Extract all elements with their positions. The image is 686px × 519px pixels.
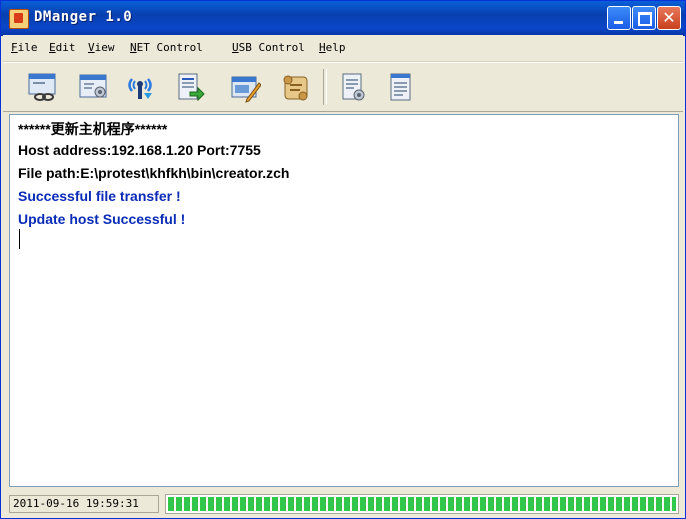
- log-line-host-address: Host address:192.168.1.20 Port:7755: [18, 142, 261, 158]
- toolbar-edit-button[interactable]: [225, 67, 265, 107]
- toolbar-separator: [323, 69, 327, 105]
- close-icon: ✕: [662, 8, 676, 27]
- status-timestamp: 2011-09-16 19:59:31: [9, 495, 159, 513]
- app-window: DManger 1.0 ✕ File Edit View NET Control…: [0, 0, 686, 519]
- status-bar: 2011-09-16 19:59:31: [3, 490, 683, 518]
- menu-net-control[interactable]: NET Control: [130, 41, 203, 54]
- log-textarea[interactable]: ******更新主机程序****** Host address:192.168.…: [9, 114, 679, 487]
- title-bar[interactable]: DManger 1.0 ✕: [1, 1, 685, 36]
- wireless-icon: [128, 78, 152, 99]
- window-title: DManger 1.0: [34, 9, 133, 25]
- progress-fill: [168, 497, 676, 511]
- file-send-icon: [178, 73, 205, 102]
- toolbar-settings-button[interactable]: [73, 67, 113, 107]
- log-line-file-path: File path:E:\protest\khfkh\bin\creator.z…: [18, 165, 290, 181]
- text-caret: [19, 229, 20, 249]
- toolbar-wireless-button[interactable]: [120, 67, 160, 107]
- scroll-icon: [283, 75, 308, 101]
- log-line-update-success: Update host Successful !: [18, 211, 186, 227]
- maximize-button[interactable]: [632, 6, 656, 30]
- menu-edit[interactable]: Edit: [49, 41, 76, 54]
- log-line-header: ******更新主机程序******: [18, 121, 168, 137]
- log-line-transfer-success: Successful file transfer !: [18, 188, 181, 204]
- file-list-icon: [390, 73, 411, 101]
- menu-view[interactable]: View: [88, 41, 115, 54]
- minimize-button[interactable]: [607, 6, 631, 30]
- menu-bar: File Edit View NET Control USB Control H…: [3, 35, 683, 62]
- edit-window-icon: [231, 76, 261, 103]
- menu-file[interactable]: File: [11, 41, 38, 54]
- toolbar: [3, 62, 683, 112]
- toolbar-connect-button[interactable]: [23, 67, 63, 107]
- connect-icon: [28, 73, 56, 101]
- file-settings-icon: [342, 73, 365, 101]
- toolbar-scroll-button[interactable]: [275, 67, 315, 107]
- settings-window-icon: [79, 74, 107, 98]
- menu-usb-control[interactable]: USB Control: [232, 41, 305, 54]
- app-icon[interactable]: [9, 9, 29, 29]
- close-button[interactable]: ✕: [657, 6, 681, 30]
- toolbar-file-send-button[interactable]: [170, 67, 210, 107]
- menu-help[interactable]: Help: [319, 41, 346, 54]
- progress-bar: [165, 494, 679, 514]
- toolbar-file-list-button[interactable]: [381, 67, 421, 107]
- toolbar-file-settings-button[interactable]: [333, 67, 373, 107]
